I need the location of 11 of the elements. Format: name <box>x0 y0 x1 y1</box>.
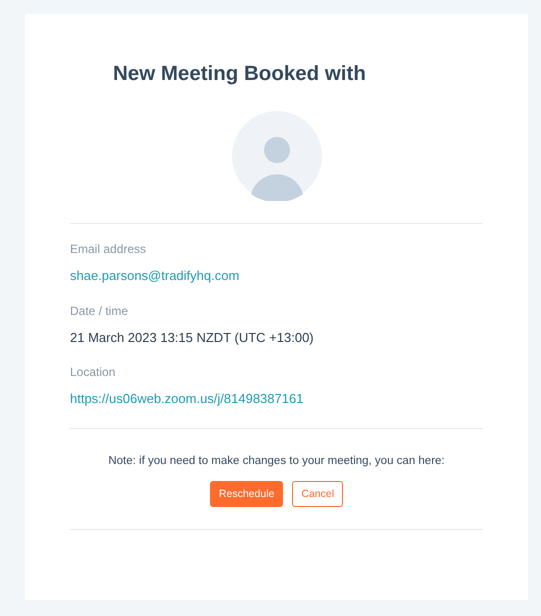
email-link[interactable]: shae.parsons@tradifyhq.com <box>70 268 240 284</box>
field-value: 21 March 2023 13:15 NZDT (UTC +13:00) <box>70 330 315 346</box>
field-label: Date / time <box>70 304 130 318</box>
reschedule-button[interactable]: Reschedule <box>210 481 284 507</box>
field-label: Location <box>70 365 116 379</box>
meeting-link[interactable]: https://us06web.zoom.us/j/81498387161 <box>70 391 304 407</box>
note-text: Note: if you need to make changes to your meeting, you can here: <box>107 455 446 467</box>
cancel-button[interactable]: Cancel <box>292 481 344 507</box>
field-label: Email address <box>70 242 148 256</box>
avatar-icon <box>232 111 322 201</box>
heading: New Meeting Booked with <box>112 61 367 87</box>
